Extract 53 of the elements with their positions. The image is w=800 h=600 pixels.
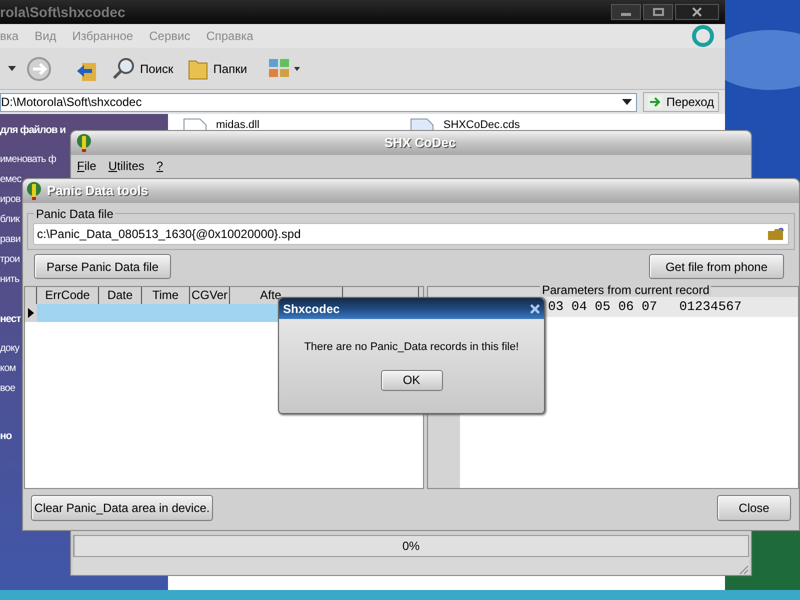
close-icon[interactable] (530, 304, 540, 314)
ok-button[interactable]: OK (380, 370, 442, 390)
close-icon (692, 7, 702, 17)
address-field[interactable]: D:\Motorola\Soft\shxcodec (0, 92, 638, 112)
task-link[interactable]: рави (0, 230, 20, 250)
hex-bytes: 03 04 05 06 07 (548, 298, 658, 316)
logo-icon (691, 25, 715, 47)
window-title: Panic Data tools (47, 182, 148, 200)
menu-item[interactable]: File (77, 157, 96, 175)
task-link[interactable]: именовать ф (0, 150, 56, 170)
task-link[interactable]: вое (0, 379, 16, 399)
menu-item[interactable]: Utilites (108, 157, 144, 175)
minimize-button[interactable] (611, 4, 641, 20)
parse-button[interactable]: Parse Panic Data file (34, 254, 171, 279)
ascii-text: 01234567 (679, 298, 742, 316)
get-file-button[interactable]: Get file from phone (649, 254, 784, 279)
caret-icon (8, 66, 16, 72)
file-name[interactable]: midas.dll (216, 117, 260, 134)
app-icon (25, 181, 43, 201)
file-icon (182, 117, 208, 131)
close-button[interactable]: Close (717, 495, 791, 521)
clear-button[interactable]: Clear Panic_Data area in device. (31, 495, 213, 521)
task-link[interactable]: емес (0, 170, 22, 190)
window-title: rola\Soft\shxcodec (0, 2, 126, 22)
toolbar-button[interactable]: Поиск (110, 56, 176, 80)
section-title: для файлов и (0, 123, 66, 137)
forward-icon[interactable] (26, 56, 52, 82)
search-icon (112, 56, 136, 80)
group-label: Parameters from current record (540, 284, 712, 296)
app-icon (75, 133, 93, 153)
task-link[interactable]: иров (0, 190, 20, 210)
document-icon (409, 117, 436, 131)
task-link[interactable]: блик (0, 210, 20, 230)
folder-icon[interactable] (767, 227, 785, 241)
arrow-icon (648, 95, 662, 109)
task-link[interactable]: трои (0, 250, 20, 270)
file-path-field[interactable]: c:\Panic_Data_080513_1630{@0x10020000}.spd (33, 223, 789, 245)
close-button[interactable] (675, 4, 719, 20)
window-title: SHX CoDec (383, 134, 457, 152)
file-name[interactable]: SHXCoDec.cds (443, 117, 520, 134)
row-pointer-icon (28, 308, 34, 318)
dropdown-icon (622, 99, 632, 105)
progress-label: 0% (402, 538, 420, 555)
toolbar-button[interactable]: Папки (185, 56, 250, 80)
go-button[interactable]: Переход (643, 92, 719, 112)
menu-item[interactable]: ? (156, 157, 164, 175)
task-link[interactable]: ком (0, 359, 16, 379)
task-link[interactable]: нить (0, 270, 20, 290)
section-title: нест (0, 312, 21, 326)
dialog-message: There are no Panic_Data records in this file! (303, 340, 520, 355)
maximize-button[interactable] (643, 4, 673, 20)
section-title: но (0, 429, 12, 443)
task-link[interactable]: доку (0, 339, 20, 359)
